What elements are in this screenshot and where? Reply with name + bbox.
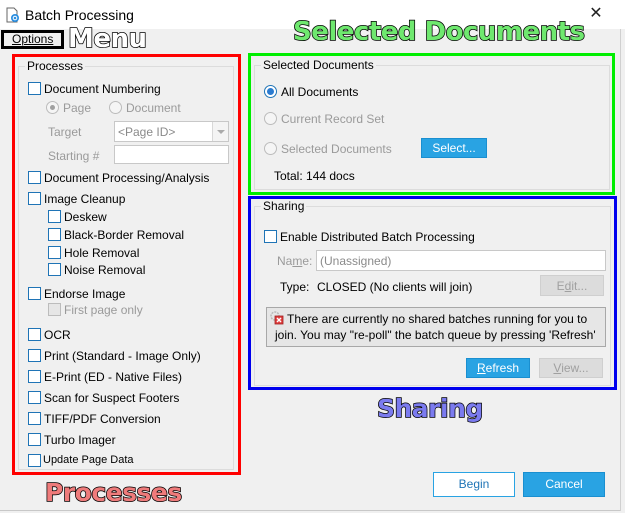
ocr-checkbox[interactable] — [28, 328, 41, 341]
processes-legend: Processes — [25, 59, 86, 73]
tiff-pdf-conversion-label: TIFF/PDF Conversion — [44, 412, 161, 426]
noise-removal-label: Noise Removal — [64, 263, 146, 277]
endorse-image-label: Endorse Image — [44, 287, 126, 301]
refresh-button[interactable]: Refresh — [466, 358, 530, 378]
name-label-part: Na — [277, 254, 293, 268]
total-docs: Total: 144 docs — [274, 169, 355, 183]
name-label-part: e: — [302, 254, 313, 268]
document-processing-label: Document Processing/Analysis — [44, 171, 210, 185]
radio-page[interactable] — [46, 101, 59, 114]
view-button[interactable]: View... — [539, 358, 603, 378]
menu-options[interactable]: Options — [1, 30, 65, 49]
target-dropdown[interactable]: <Page ID> — [114, 121, 229, 142]
radio-page-label: Page — [63, 101, 92, 115]
name-input[interactable]: (Unassigned) — [316, 250, 606, 271]
type-value: CLOSED (No clients will join) — [317, 280, 473, 294]
update-page-data-label: Update Page Data — [43, 454, 134, 466]
radio-all-documents-label: All Documents — [281, 85, 359, 99]
menu-options-label: Options — [12, 32, 54, 46]
deskew-checkbox[interactable] — [48, 210, 61, 223]
endorse-image-checkbox[interactable] — [28, 287, 41, 300]
image-cleanup-checkbox[interactable] — [28, 192, 41, 205]
starting-number-input[interactable] — [114, 145, 229, 164]
cancel-button[interactable]: Cancel — [523, 472, 605, 497]
annotation-processes: Processes — [44, 477, 183, 508]
deskew-label: Deskew — [64, 210, 107, 224]
selected-documents-legend: Selected Documents — [261, 58, 376, 72]
scan-suspect-footers-label: Scan for Suspect Footers — [44, 391, 180, 405]
hole-removal-label: Hole Removal — [64, 246, 140, 260]
scan-suspect-footers-checkbox[interactable] — [28, 391, 41, 404]
starting-number-label: Starting # — [48, 149, 100, 163]
tiff-pdf-conversion-checkbox[interactable] — [28, 412, 41, 425]
target-label: Target — [48, 125, 82, 139]
close-icon: ✕ — [589, 5, 603, 22]
window-title: Batch Processing — [25, 7, 134, 23]
annotation-sharing: Sharing — [376, 393, 484, 424]
radio-all-documents[interactable] — [264, 85, 277, 98]
refresh-label-mnemonic: R — [476, 361, 486, 375]
sharing-legend: Sharing — [261, 199, 307, 213]
e-print-label: E-Print (ED - Native Files) — [44, 370, 183, 384]
radio-current-record-set-label: Current Record Set — [281, 112, 385, 126]
name-label-mnemonic: m — [292, 254, 303, 268]
info-message-line2: join. You may "re-poll" the batch queue … — [275, 328, 596, 342]
document-numbering-checkbox[interactable] — [28, 82, 41, 95]
document-processing-checkbox[interactable] — [28, 171, 41, 184]
print-label: Print (Standard - Image Only) — [44, 349, 201, 363]
window-edge-bottom — [0, 510, 620, 511]
black-border-removal-label: Black-Border Removal — [64, 228, 185, 242]
begin-button[interactable]: Begin — [433, 472, 515, 497]
select-button-label: Select... — [432, 141, 476, 155]
view-label-part: iew... — [561, 361, 589, 375]
radio-selected-documents-label: Selected Documents — [281, 142, 392, 156]
e-print-checkbox[interactable] — [28, 370, 41, 383]
target-value: <Page ID> — [118, 125, 176, 139]
edit-button[interactable]: Edit... — [540, 275, 604, 296]
name-value: (Unassigned) — [320, 254, 392, 268]
annotation-menu: Menu — [67, 23, 148, 55]
black-border-removal-checkbox[interactable] — [48, 228, 61, 241]
update-page-data-checkbox[interactable] — [28, 454, 41, 467]
first-page-only-checkbox[interactable] — [48, 303, 61, 316]
edit-label-part: it... — [571, 279, 588, 293]
type-label: Type: — [280, 280, 310, 294]
select-button[interactable]: Select... — [421, 138, 487, 158]
radio-document[interactable] — [109, 101, 122, 114]
turbo-imager-label: Turbo Imager — [44, 433, 116, 447]
window-edge — [620, 29, 621, 511]
close-button[interactable]: ✕ — [582, 3, 610, 25]
noise-removal-checkbox[interactable] — [48, 263, 61, 276]
begin-button-label: Begin — [458, 477, 490, 491]
chevron-down-icon — [212, 122, 228, 141]
enable-distributed-checkbox[interactable] — [264, 230, 277, 243]
app-icon — [6, 7, 19, 23]
ocr-label: OCR — [44, 328, 71, 342]
annotation-selected-documents: Selected Documents — [292, 16, 586, 48]
radio-current-record-set[interactable] — [264, 112, 277, 125]
edit-label-part: E — [556, 279, 565, 293]
print-checkbox[interactable] — [28, 349, 41, 362]
hole-removal-checkbox[interactable] — [48, 246, 61, 259]
document-numbering-label: Document Numbering — [44, 82, 161, 96]
first-page-only-label: First page only — [64, 303, 143, 317]
radio-selected-documents[interactable] — [264, 142, 277, 155]
info-message-line1: There are currently no shared batches ru… — [287, 312, 588, 326]
image-cleanup-label: Image Cleanup — [44, 192, 126, 206]
enable-distributed-label: Enable Distributed Batch Processing — [280, 230, 475, 244]
radio-document-label: Document — [126, 101, 181, 115]
refresh-label-part: efresh — [485, 361, 520, 375]
name-label: Name: — [277, 254, 312, 268]
error-gear-icon — [270, 311, 284, 325]
info-message-box: There are currently no shared batches ru… — [266, 307, 606, 347]
turbo-imager-checkbox[interactable] — [28, 433, 41, 446]
cancel-button-label: Cancel — [545, 477, 583, 491]
